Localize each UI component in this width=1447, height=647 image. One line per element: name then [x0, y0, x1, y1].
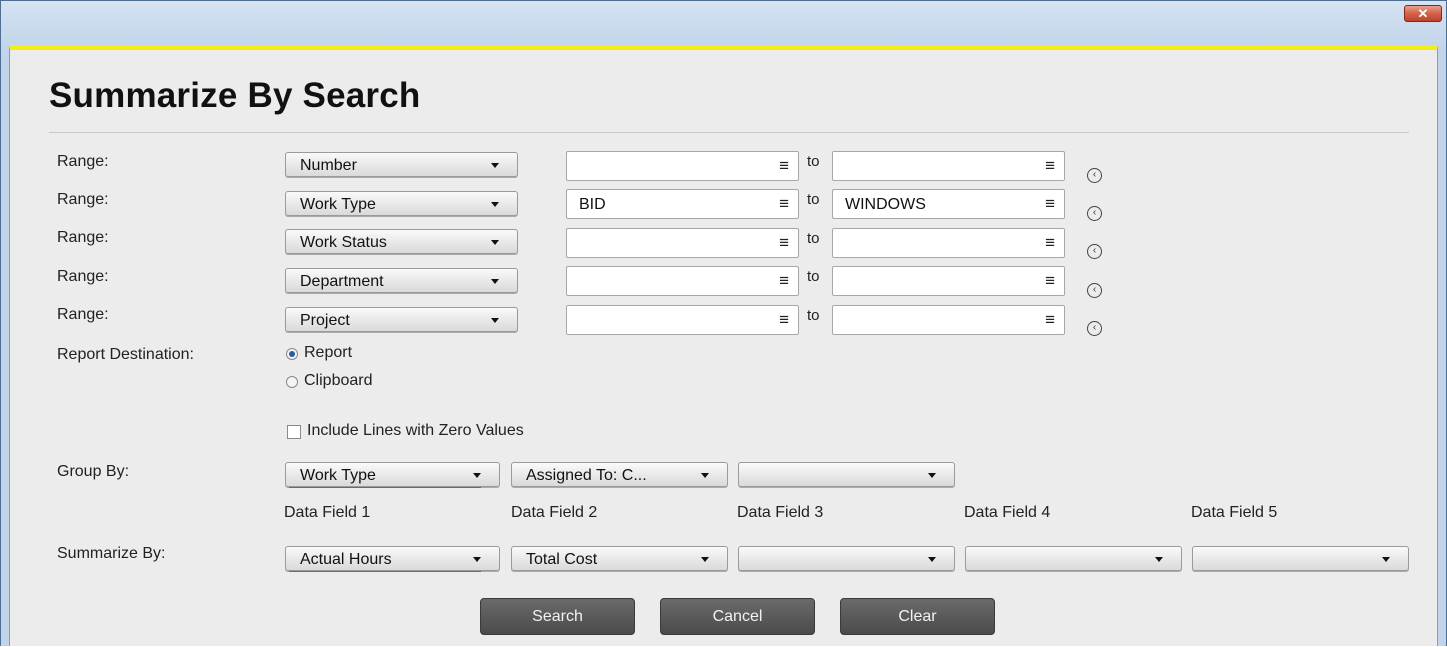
to-label: to: [807, 307, 820, 324]
summarize-by-dropdown-2[interactable]: Total Cost: [511, 546, 728, 571]
clear-range-icon[interactable]: ‹: [1087, 206, 1102, 221]
close-icon: ✕: [1417, 6, 1429, 21]
range-to-input[interactable]: ≡: [832, 305, 1065, 335]
page-title: Summarize By Search: [49, 76, 421, 115]
range-from-input[interactable]: ≡: [566, 266, 799, 296]
clear-range-icon[interactable]: ‹: [1087, 168, 1102, 183]
summarize-by-label: Summarize By:: [57, 545, 166, 562]
data-field-1-header: Data Field 1: [284, 504, 371, 521]
data-field-3-header: Data Field 3: [737, 504, 824, 521]
cancel-button[interactable]: Cancel: [660, 598, 815, 635]
range-label: Range:: [57, 268, 109, 285]
search-button[interactable]: Search: [480, 598, 635, 635]
range-to-input[interactable]: ≡: [832, 266, 1065, 296]
radio-button[interactable]: [286, 376, 298, 388]
clear-range-icon[interactable]: ‹: [1087, 244, 1102, 259]
dropdown-value: Number: [300, 157, 357, 174]
menu-icon[interactable]: ≡: [779, 310, 789, 330]
range-field-dropdown[interactable]: Number: [285, 152, 518, 177]
range-to-input[interactable]: WINDOWS ≡: [832, 189, 1065, 219]
range-from-input[interactable]: ≡: [566, 305, 799, 335]
chevron-down-icon: [491, 318, 499, 323]
summarize-by-dropdown-1[interactable]: Actual Hours: [285, 546, 500, 572]
radio-button-selected[interactable]: [286, 348, 298, 360]
range-label: Range:: [57, 306, 109, 323]
dropdown-value: Work Status: [300, 234, 387, 251]
summarize-by-dropdown-4[interactable]: [965, 546, 1182, 571]
close-button[interactable]: ✕: [1404, 5, 1442, 22]
chevron-down-icon: [473, 473, 481, 478]
chevron-down-icon: [491, 202, 499, 207]
dropdown-value: Work Type: [300, 196, 376, 213]
menu-icon[interactable]: ≡: [1045, 271, 1055, 291]
range-field-dropdown[interactable]: Department: [285, 268, 518, 293]
range-label: Range:: [57, 191, 109, 208]
checkbox-label[interactable]: Include Lines with Zero Values: [307, 422, 524, 440]
menu-icon[interactable]: ≡: [779, 194, 789, 214]
chevron-down-icon: [701, 473, 709, 478]
title-bar: ✕: [1, 1, 1446, 45]
dropdown-value: Project: [300, 312, 350, 329]
input-value: BID: [579, 196, 606, 213]
range-from-input[interactable]: BID ≡: [566, 189, 799, 219]
menu-icon[interactable]: ≡: [779, 233, 789, 253]
range-to-input[interactable]: ≡: [832, 151, 1065, 181]
to-label: to: [807, 268, 820, 285]
data-field-4-header: Data Field 4: [964, 504, 1051, 521]
title-divider: [49, 132, 1409, 133]
menu-icon[interactable]: ≡: [779, 271, 789, 291]
group-by-label: Group By:: [57, 463, 130, 480]
dialog-content: Summarize By Search Range: Number ≡ to ≡…: [9, 45, 1438, 646]
checkbox[interactable]: [287, 425, 301, 439]
clear-range-icon[interactable]: ‹: [1087, 321, 1102, 336]
group-by-dropdown-2[interactable]: Assigned To: C...: [511, 462, 728, 487]
chevron-down-icon: [473, 557, 481, 562]
range-field-dropdown[interactable]: Project: [285, 307, 518, 332]
chevron-down-icon: [1382, 557, 1390, 562]
summarize-by-dropdown-3[interactable]: [738, 546, 955, 571]
dropdown-value: Department: [300, 273, 384, 290]
range-label: Range:: [57, 153, 109, 170]
group-by-dropdown-3[interactable]: [738, 462, 955, 487]
dropdown-value: Work Type: [300, 467, 376, 484]
menu-icon[interactable]: ≡: [1045, 233, 1055, 253]
chevron-down-icon: [701, 557, 709, 562]
range-to-input[interactable]: ≡: [832, 228, 1065, 258]
data-field-5-header: Data Field 5: [1191, 504, 1278, 521]
report-destination-label: Report Destination:: [57, 346, 194, 363]
input-value: WINDOWS: [845, 196, 926, 213]
chevron-down-icon: [928, 473, 936, 478]
data-field-2-header: Data Field 2: [511, 504, 598, 521]
menu-icon[interactable]: ≡: [1045, 194, 1055, 214]
chevron-down-icon: [491, 163, 499, 168]
menu-icon[interactable]: ≡: [1045, 156, 1055, 176]
dropdown-value: Assigned To: C...: [526, 467, 647, 484]
chevron-down-icon: [1155, 557, 1163, 562]
chevron-down-icon: [491, 279, 499, 284]
group-by-dropdown-1[interactable]: Work Type: [285, 462, 500, 488]
clipboard-option-label[interactable]: Clipboard: [304, 372, 372, 390]
to-label: to: [807, 191, 820, 208]
range-from-input[interactable]: ≡: [566, 151, 799, 181]
dropdown-value: Actual Hours: [300, 551, 392, 568]
clear-range-icon[interactable]: ‹: [1087, 283, 1102, 298]
clear-button[interactable]: Clear: [840, 598, 995, 635]
to-label: to: [807, 230, 820, 247]
dropdown-value: Total Cost: [526, 551, 598, 568]
dialog-window: ✕ Summarize By Search Range: Number ≡ to…: [0, 0, 1447, 646]
chevron-down-icon: [491, 240, 499, 245]
report-option-label[interactable]: Report: [304, 344, 352, 362]
range-from-input[interactable]: ≡: [566, 228, 799, 258]
summarize-by-dropdown-5[interactable]: [1192, 546, 1409, 571]
range-field-dropdown[interactable]: Work Status: [285, 229, 518, 254]
menu-icon[interactable]: ≡: [779, 156, 789, 176]
range-label: Range:: [57, 229, 109, 246]
menu-icon[interactable]: ≡: [1045, 310, 1055, 330]
chevron-down-icon: [928, 557, 936, 562]
range-field-dropdown[interactable]: Work Type: [285, 191, 518, 216]
to-label: to: [807, 153, 820, 170]
